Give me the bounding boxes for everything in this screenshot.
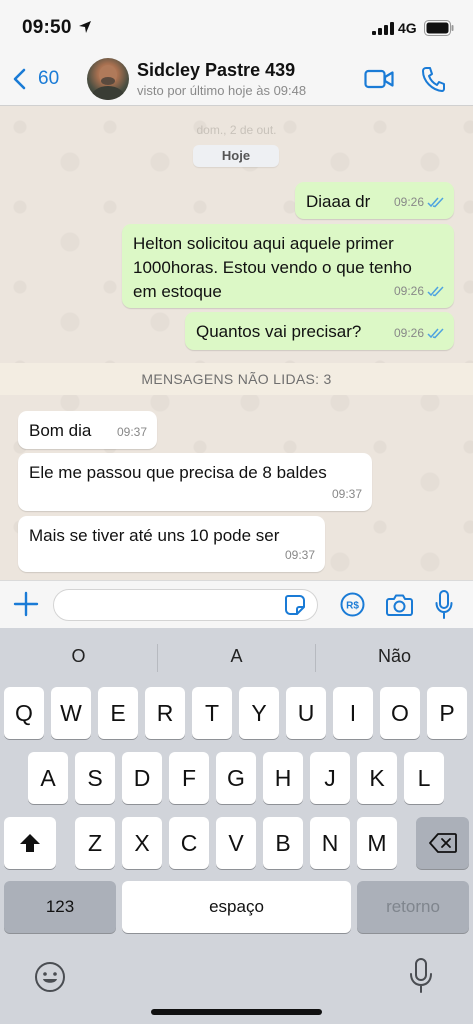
read-double-check-icon <box>427 196 444 207</box>
backspace-icon <box>428 833 457 853</box>
shift-key[interactable] <box>4 817 56 869</box>
message-input-bar: R$ <box>0 580 473 628</box>
message-time: 09:26 <box>393 284 424 298</box>
faded-date-label: dom., 2 de out. <box>196 123 277 137</box>
incoming-message[interactable]: Mais se tiver até uns 10 pode ser 09:37 <box>18 516 325 572</box>
key-v[interactable]: V <box>216 817 256 869</box>
numbers-key[interactable]: 123 <box>4 881 116 933</box>
key-n[interactable]: N <box>310 817 350 869</box>
incoming-message[interactable]: Bom dia 09:37 <box>18 411 157 449</box>
key-e[interactable]: E <box>98 687 138 739</box>
plus-icon[interactable] <box>13 591 39 617</box>
message-text: Helton solicitou aqui aquele primer 1000… <box>133 234 412 301</box>
outgoing-message[interactable]: Helton solicitou aqui aquele primer 1000… <box>122 224 454 308</box>
message-text: Bom dia <box>29 421 92 440</box>
signal-bars-icon <box>372 22 394 35</box>
key-h[interactable]: H <box>263 752 303 804</box>
on-screen-keyboard: O A Não Q W E R T Y U I O P A S D F G H … <box>0 628 473 1024</box>
microphone-icon[interactable] <box>435 590 453 620</box>
outgoing-message[interactable]: Diaaa dr 09:26 <box>295 182 454 219</box>
read-double-check-icon <box>427 327 444 338</box>
message-meta: 09:37 <box>117 420 147 444</box>
back-button[interactable]: 60 <box>12 64 59 94</box>
status-bar: 09:50 4G <box>0 0 473 52</box>
status-time: 09:50 <box>22 17 72 38</box>
read-double-check-icon <box>427 285 444 296</box>
backspace-key[interactable] <box>416 817 469 869</box>
avatar[interactable] <box>87 58 129 100</box>
outgoing-message[interactable]: Quantos vai precisar? 09:26 <box>185 312 454 350</box>
message-text: Quantos vai precisar? <box>196 322 362 341</box>
message-meta: 09:37 <box>332 482 362 506</box>
key-l[interactable]: L <box>404 752 444 804</box>
key-w[interactable]: W <box>51 687 91 739</box>
phone-icon[interactable] <box>421 66 445 92</box>
key-q[interactable]: Q <box>4 687 44 739</box>
key-j[interactable]: J <box>310 752 350 804</box>
message-text: Mais se tiver até uns 10 pode ser <box>29 526 280 545</box>
suggestion-3[interactable]: Não <box>316 646 473 667</box>
key-t[interactable]: T <box>192 687 232 739</box>
message-time: 09:37 <box>284 548 315 562</box>
key-r[interactable]: R <box>145 687 185 739</box>
camera-icon[interactable] <box>386 593 413 616</box>
message-meta: 09:26 <box>394 321 444 345</box>
unread-messages-banner: MENSAGENS NÃO LIDAS: 3 <box>0 363 473 395</box>
key-o[interactable]: O <box>380 687 420 739</box>
message-meta: 09:26 <box>394 279 444 303</box>
avatar-photo <box>91 65 125 100</box>
predictive-suggestions: O A Não <box>0 628 473 686</box>
home-indicator[interactable] <box>151 1009 322 1015</box>
key-y[interactable]: Y <box>239 687 279 739</box>
message-time: 09:26 <box>393 326 424 340</box>
key-x[interactable]: X <box>122 817 162 869</box>
chat-header: 60 Sidcley Pastre 439 visto por último h… <box>0 52 473 106</box>
key-z[interactable]: Z <box>75 817 115 869</box>
svg-text:R$: R$ <box>346 601 359 612</box>
key-s[interactable]: S <box>75 752 115 804</box>
message-text: Ele me passou que precisa de 8 baldes <box>29 463 327 482</box>
incoming-message[interactable]: Ele me passou que precisa de 8 baldes 09… <box>18 453 372 511</box>
key-i[interactable]: I <box>333 687 373 739</box>
chat-messages-area[interactable]: dom., 2 de out. Hoje Diaaa dr 09:26 Helt… <box>0 107 473 580</box>
sticker-icon[interactable] <box>284 594 306 616</box>
key-p[interactable]: P <box>427 687 467 739</box>
unread-chats-count: 60 <box>38 68 60 89</box>
return-key[interactable]: retorno <box>357 881 469 933</box>
key-d[interactable]: D <box>122 752 162 804</box>
key-f[interactable]: F <box>169 752 209 804</box>
emoji-icon[interactable] <box>33 960 67 994</box>
key-k[interactable]: K <box>357 752 397 804</box>
contact-name[interactable]: Sidcley Pastre 439 <box>137 60 295 81</box>
message-input[interactable] <box>53 589 318 621</box>
network-type: 4G <box>398 20 417 36</box>
payment-icon[interactable]: R$ <box>340 592 365 617</box>
key-m[interactable]: M <box>357 817 397 869</box>
key-g[interactable]: G <box>216 752 256 804</box>
key-b[interactable]: B <box>263 817 303 869</box>
last-seen-status: visto por último hoje às 09:48 <box>137 83 307 98</box>
key-c[interactable]: C <box>169 817 209 869</box>
video-call-icon[interactable] <box>364 68 394 90</box>
space-key[interactable]: espaço <box>122 881 351 933</box>
date-pill: Hoje <box>193 145 279 167</box>
suggestion-1[interactable]: O <box>0 646 157 667</box>
dictation-mic-icon[interactable] <box>409 958 433 994</box>
suggestion-2[interactable]: A <box>158 646 315 667</box>
message-time: 09:37 <box>331 487 362 501</box>
key-a[interactable]: A <box>28 752 68 804</box>
shift-icon <box>20 834 40 852</box>
message-text: Diaaa dr <box>306 192 371 211</box>
key-u[interactable]: U <box>286 687 326 739</box>
chevron-left-icon <box>13 68 26 90</box>
battery-icon <box>424 20 454 36</box>
message-time: 09:37 <box>116 425 147 439</box>
message-meta: 09:26 <box>394 190 444 214</box>
location-arrow-icon <box>79 21 91 33</box>
message-meta: 09:37 <box>285 543 315 567</box>
message-time: 09:26 <box>393 195 424 209</box>
